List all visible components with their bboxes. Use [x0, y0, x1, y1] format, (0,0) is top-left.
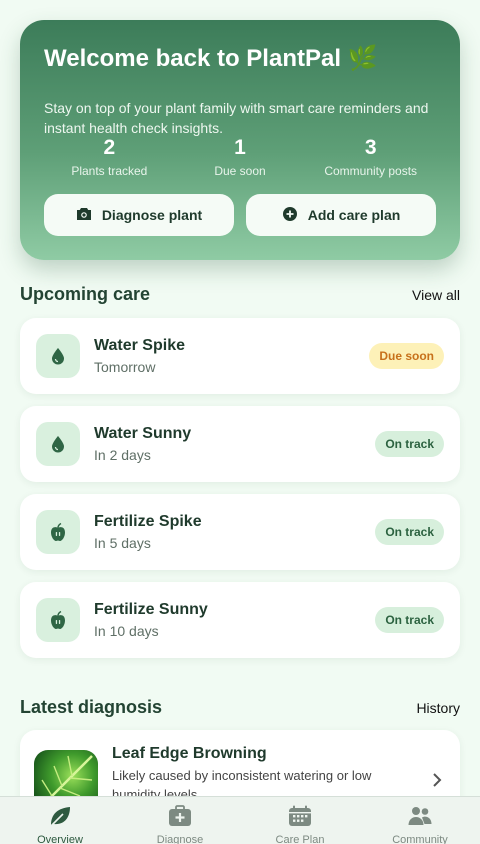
leaf-icon — [48, 805, 72, 832]
care-item-title: Fertilize Spike — [94, 513, 202, 530]
care-item[interactable]: Fertilize Spike In 5 days On track — [20, 494, 460, 570]
stat-due-soon: 1 Due soon — [175, 136, 306, 180]
people-icon — [408, 805, 432, 832]
status-badge: On track — [375, 519, 444, 545]
latest-diagnosis-title: Latest diagnosis — [20, 697, 163, 717]
welcome-subtitle: Stay on top of your plant family with sm… — [44, 100, 429, 136]
upcoming-care-header: Upcoming care View all — [20, 284, 460, 305]
care-item-title: Fertilize Sunny — [94, 601, 208, 618]
stat-label: Plants tracked — [71, 164, 148, 178]
tab-label: Community — [392, 834, 448, 844]
care-item-title: Water Spike — [94, 337, 185, 354]
add-care-plan-label: Add care plan — [307, 207, 401, 223]
stats-row: 2 Plants tracked 1 Due soon 3 Community … — [44, 136, 436, 180]
chevron-right-icon — [432, 772, 442, 793]
stat-label: Community posts — [324, 164, 418, 178]
stat-plants-tracked: 2 Plants tracked — [44, 136, 175, 180]
status-badge: On track — [375, 607, 444, 633]
tab-label: Care Plan — [275, 834, 325, 844]
diagnose-plant-label: Diagnose plant — [101, 207, 203, 223]
welcome-card: Welcome back to PlantPal 🌿 Stay on top o… — [20, 20, 460, 260]
history-link[interactable]: History — [416, 700, 460, 716]
bottom-tab-bar: Overview Diagnose Care Plan Community — [0, 796, 480, 844]
add-care-plan-button[interactable]: Add care plan — [246, 194, 436, 236]
apple-icon — [36, 598, 80, 642]
stat-label: Due soon — [214, 164, 266, 178]
tab-label: Diagnose — [156, 834, 204, 844]
care-item-when: In 2 days — [94, 447, 151, 463]
tab-overview[interactable]: Overview — [0, 797, 120, 844]
welcome-title: Welcome back to PlantPal 🌿 — [44, 45, 378, 72]
care-item-when: Tomorrow — [94, 359, 156, 375]
apple-icon — [36, 510, 80, 554]
plus-circle-icon — [282, 206, 298, 225]
tab-care-plan[interactable]: Care Plan — [240, 797, 360, 844]
stat-value: 3 — [364, 136, 377, 159]
status-badge: Due soon — [369, 343, 444, 369]
water-drop-icon — [36, 334, 80, 378]
diagnose-plant-button[interactable]: Diagnose plant — [44, 194, 234, 236]
care-item-when: In 10 days — [94, 623, 159, 639]
diagnosis-title: Leaf Edge Browning — [112, 745, 267, 762]
care-item[interactable]: Water Spike Tomorrow Due soon — [20, 318, 460, 394]
camera-icon — [76, 207, 92, 224]
care-item-title: Water Sunny — [94, 425, 192, 442]
water-drop-icon — [36, 422, 80, 466]
stat-value: 1 — [234, 136, 246, 159]
care-item[interactable]: Fertilize Sunny In 10 days On track — [20, 582, 460, 658]
care-item-when: In 5 days — [94, 535, 151, 551]
upcoming-care-title: Upcoming care — [20, 284, 151, 304]
view-all-link[interactable]: View all — [412, 287, 460, 303]
status-badge: On track — [375, 431, 444, 457]
medical-bag-icon — [168, 805, 192, 832]
stat-community-posts: 3 Community posts — [305, 136, 436, 180]
care-item[interactable]: Water Sunny In 2 days On track — [20, 406, 460, 482]
tab-label: Overview — [37, 834, 83, 844]
calendar-icon — [288, 805, 312, 832]
stat-value: 2 — [103, 136, 116, 159]
tab-diagnose[interactable]: Diagnose — [120, 797, 240, 844]
tab-community[interactable]: Community — [360, 797, 480, 844]
latest-diagnosis-header: Latest diagnosis History — [20, 697, 460, 718]
